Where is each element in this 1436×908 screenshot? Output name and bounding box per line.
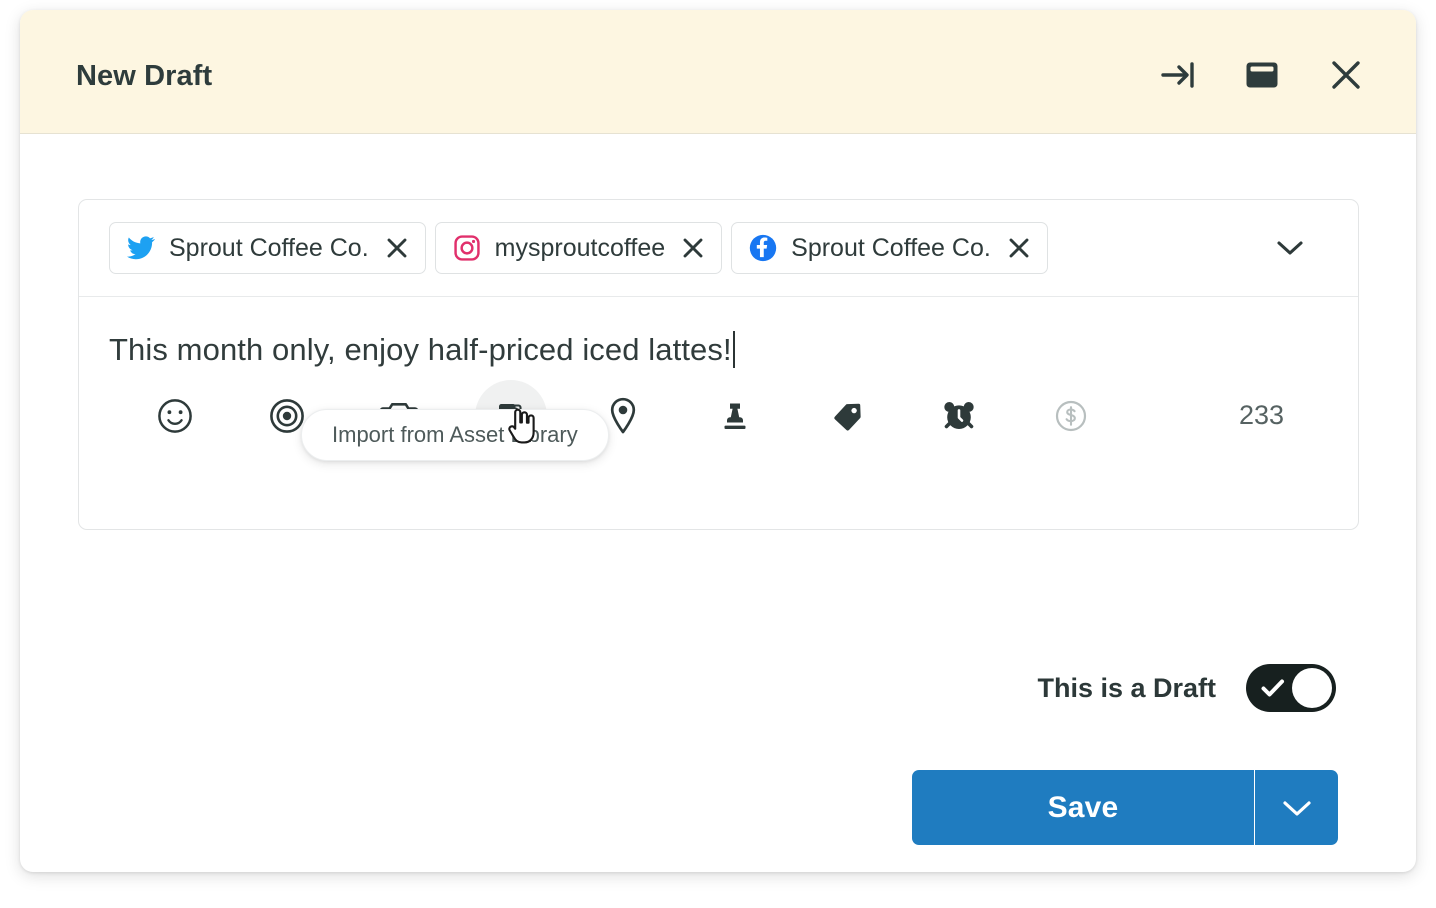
save-split-button: Save (912, 770, 1338, 845)
alarm-clock-icon[interactable] (923, 380, 995, 452)
toggle-knob (1292, 668, 1332, 708)
draft-toggle-row: This is a Draft (1037, 664, 1336, 712)
profile-chip-instagram[interactable]: mysproutcoffee (435, 222, 722, 274)
chevron-down-icon[interactable] (1264, 225, 1316, 271)
save-divider (1254, 770, 1255, 845)
page-title: New Draft (76, 60, 212, 93)
draft-toggle-label: This is a Draft (1037, 673, 1216, 704)
save-options-chevron-down-icon[interactable] (1255, 770, 1338, 845)
tag-icon[interactable] (811, 380, 883, 452)
message-text-wrapper: This month only, enjoy half-priced iced … (109, 331, 735, 370)
profile-chip-label: Sprout Coffee Co. (169, 236, 369, 261)
tooltip-import-asset-library: Import from Asset Library (301, 409, 609, 461)
screen: New Draft (0, 0, 1436, 908)
dialog-body: Sprout Coffee Co. (20, 134, 1416, 871)
remove-profile-icon[interactable] (385, 236, 409, 260)
check-icon (1261, 678, 1285, 703)
draft-toggle[interactable] (1246, 664, 1336, 712)
collapse-icon[interactable] (1156, 54, 1200, 96)
minimize-icon[interactable] (1240, 54, 1284, 96)
dialog-titlebar: New Draft (20, 10, 1416, 134)
close-icon[interactable] (1324, 54, 1368, 96)
character-count: 233 (1239, 400, 1284, 431)
profile-chip-facebook[interactable]: Sprout Coffee Co. (731, 222, 1048, 274)
instagram-icon (453, 234, 481, 262)
twitter-icon (127, 234, 155, 262)
dollar-circle-icon (1035, 380, 1107, 452)
compose-toolbar: 233 (109, 370, 1328, 462)
new-draft-dialog: New Draft (20, 10, 1416, 872)
selected-profiles: Sprout Coffee Co. (109, 222, 1264, 274)
message-text: This month only, enjoy half-priced iced … (109, 332, 732, 367)
remove-profile-icon[interactable] (681, 236, 705, 260)
remove-profile-icon[interactable] (1007, 236, 1031, 260)
save-button[interactable]: Save (912, 770, 1254, 845)
profile-chip-label: Sprout Coffee Co. (791, 236, 991, 261)
profile-chip-label: mysproutcoffee (495, 236, 665, 261)
stamp-icon[interactable] (699, 380, 771, 452)
profile-selector: Sprout Coffee Co. (79, 200, 1358, 297)
text-caret (733, 331, 735, 368)
compose-card: Sprout Coffee Co. (78, 199, 1359, 530)
profile-chip-twitter[interactable]: Sprout Coffee Co. (109, 222, 426, 274)
titlebar-actions (1156, 54, 1368, 96)
message-editor[interactable]: This month only, enjoy half-priced iced … (79, 297, 1358, 529)
emoji-icon[interactable] (139, 380, 211, 452)
facebook-icon (749, 234, 777, 262)
